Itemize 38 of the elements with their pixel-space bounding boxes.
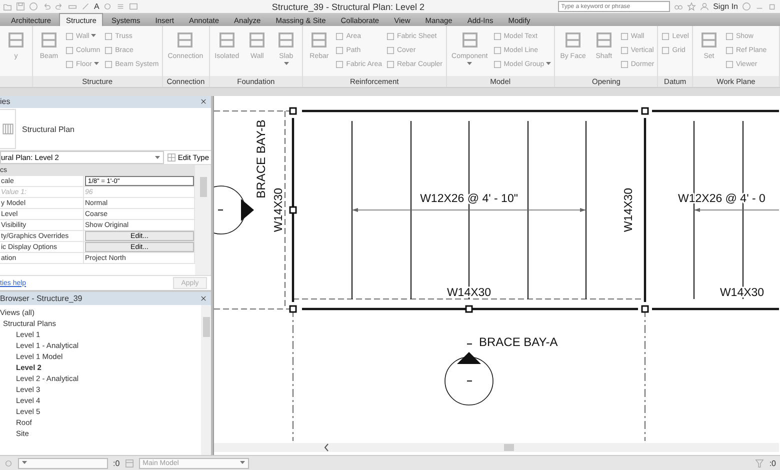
list-icon	[116, 2, 126, 11]
plan-icon	[2, 123, 14, 136]
pencil-icon	[81, 2, 90, 11]
restore-icon	[768, 2, 777, 11]
redo-icon	[55, 2, 64, 11]
horizontal-scrollbar[interactable]	[214, 443, 779, 452]
text-tool-label[interactable]: A	[94, 2, 100, 11]
pane-title: ies	[0, 97, 10, 106]
caret-icon	[154, 156, 160, 160]
bay-label: BRACE BAY-A	[479, 335, 558, 349]
selection-count: :0	[113, 458, 120, 468]
pane-title: Browser - Structure_39	[0, 294, 82, 303]
scroll-thumb[interactable]	[200, 177, 206, 198]
caret-icon	[22, 461, 27, 465]
beam-label: W14X30	[623, 188, 635, 232]
folder-icon	[3, 2, 12, 11]
beam-label: W14X30	[273, 188, 285, 232]
type-name: Structural Plan	[22, 124, 74, 134]
ruler-icon	[68, 2, 77, 11]
window-icon	[129, 2, 138, 11]
chevron-left-icon[interactable]	[324, 444, 328, 452]
edit-type-icon	[166, 153, 176, 162]
workset-dropdown[interactable]	[18, 458, 108, 468]
binoculars-icon	[674, 2, 684, 11]
star-icon	[687, 2, 696, 11]
close-icon	[200, 295, 207, 302]
filter-icon	[755, 458, 764, 468]
user-icon	[700, 2, 710, 11]
window-title: Structure_39 - Structural Plan: Level 2	[270, 2, 426, 12]
bay-label: BRACE BAY-B	[254, 120, 268, 198]
scroll-thumb[interactable]	[504, 444, 514, 451]
scroll-thumb[interactable]	[202, 317, 210, 337]
filter-count: :0	[769, 458, 776, 468]
close-icon	[200, 98, 207, 106]
caret-icon	[240, 461, 245, 465]
sign-in-link[interactable]: Sign In	[713, 2, 738, 11]
undo-icon	[42, 2, 51, 11]
table-icon	[124, 458, 134, 468]
